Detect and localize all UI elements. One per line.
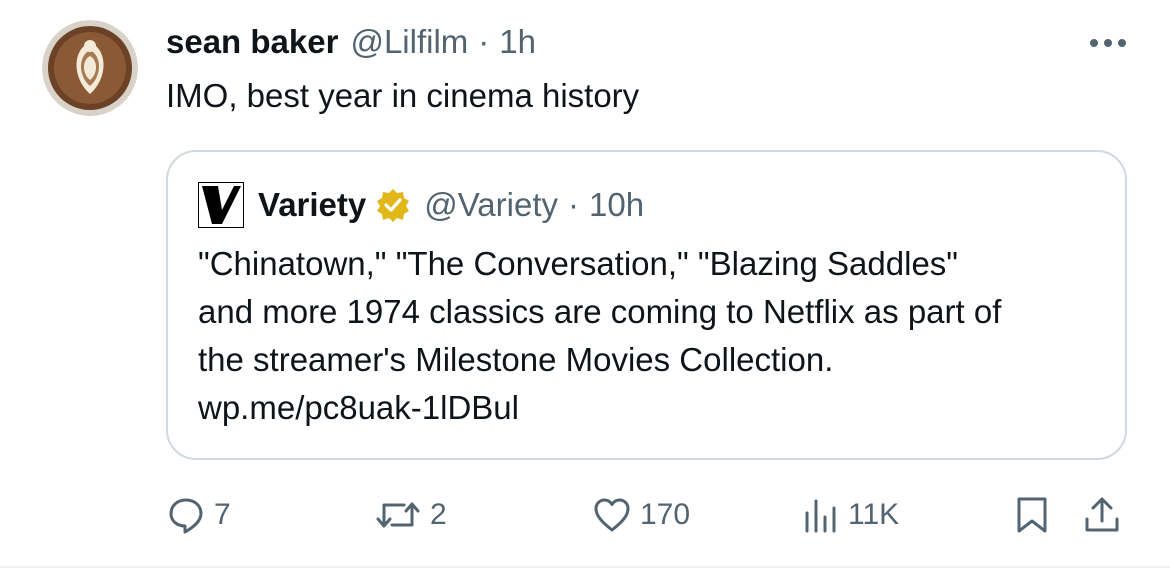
like-button[interactable]: 170: [592, 490, 690, 540]
tweet-actions-bar: 7 2 170 11K: [0, 490, 1170, 540]
more-options-button[interactable]: [1086, 28, 1130, 58]
author-avatar[interactable]: [42, 20, 138, 116]
divider: [0, 566, 1170, 568]
retweet-button[interactable]: 2: [374, 490, 447, 540]
bookmark-button[interactable]: [1014, 490, 1050, 540]
quoted-author-handle[interactable]: @Variety: [424, 186, 558, 224]
verified-badge-icon: [377, 189, 410, 222]
reply-button[interactable]: 7: [166, 490, 231, 540]
quoted-link[interactable]: wp.me/pc8uak-1lDBul: [198, 384, 1098, 432]
views-button[interactable]: 11K: [800, 490, 899, 540]
reply-count: 7: [214, 498, 231, 531]
quoted-tweet-text: "Chinatown," "The Conversation," "Blazin…: [198, 240, 1098, 432]
views-count: 11K: [848, 498, 900, 531]
heart-icon: [594, 498, 630, 532]
tweet-text: IMO, best year in cinema history: [166, 77, 640, 114]
tweet-time[interactable]: 1h: [499, 23, 536, 61]
like-count: 170: [640, 498, 691, 531]
quoted-text-line: the streamer's Milestone Movies Collecti…: [198, 341, 834, 378]
quoted-tweet-card[interactable]: Variety @Variety · 10h "Chinatown," "The…: [166, 150, 1127, 460]
variety-logo-icon[interactable]: [198, 182, 244, 228]
views-bar-chart-icon: [805, 499, 836, 533]
bookmark-icon: [1017, 497, 1047, 533]
quoted-tweet-header: Variety @Variety · 10h: [198, 180, 644, 230]
quoted-text-line: "Chinatown," "The Conversation," "Blazin…: [198, 245, 959, 282]
share-icon: [1085, 497, 1119, 532]
more-dots-icon: [1090, 39, 1126, 47]
reply-icon: [169, 498, 203, 534]
latte-art-avatar-icon: [42, 20, 138, 116]
retweet-icon: [376, 502, 420, 528]
author-name[interactable]: sean baker: [166, 23, 338, 61]
quoted-author-name[interactable]: Variety: [258, 186, 366, 224]
header-separator: ·: [478, 23, 490, 60]
tweet-header: sean baker @Lilfilm · 1h: [166, 20, 536, 64]
share-button[interactable]: [1082, 490, 1122, 540]
quoted-tweet-time[interactable]: 10h: [589, 186, 644, 224]
retweet-count: 2: [430, 498, 447, 531]
quoted-text-line: and more 1974 classics are coming to Net…: [198, 293, 1002, 330]
quoted-header-separator: ·: [568, 186, 580, 223]
author-handle[interactable]: @Lilfilm: [350, 23, 468, 61]
